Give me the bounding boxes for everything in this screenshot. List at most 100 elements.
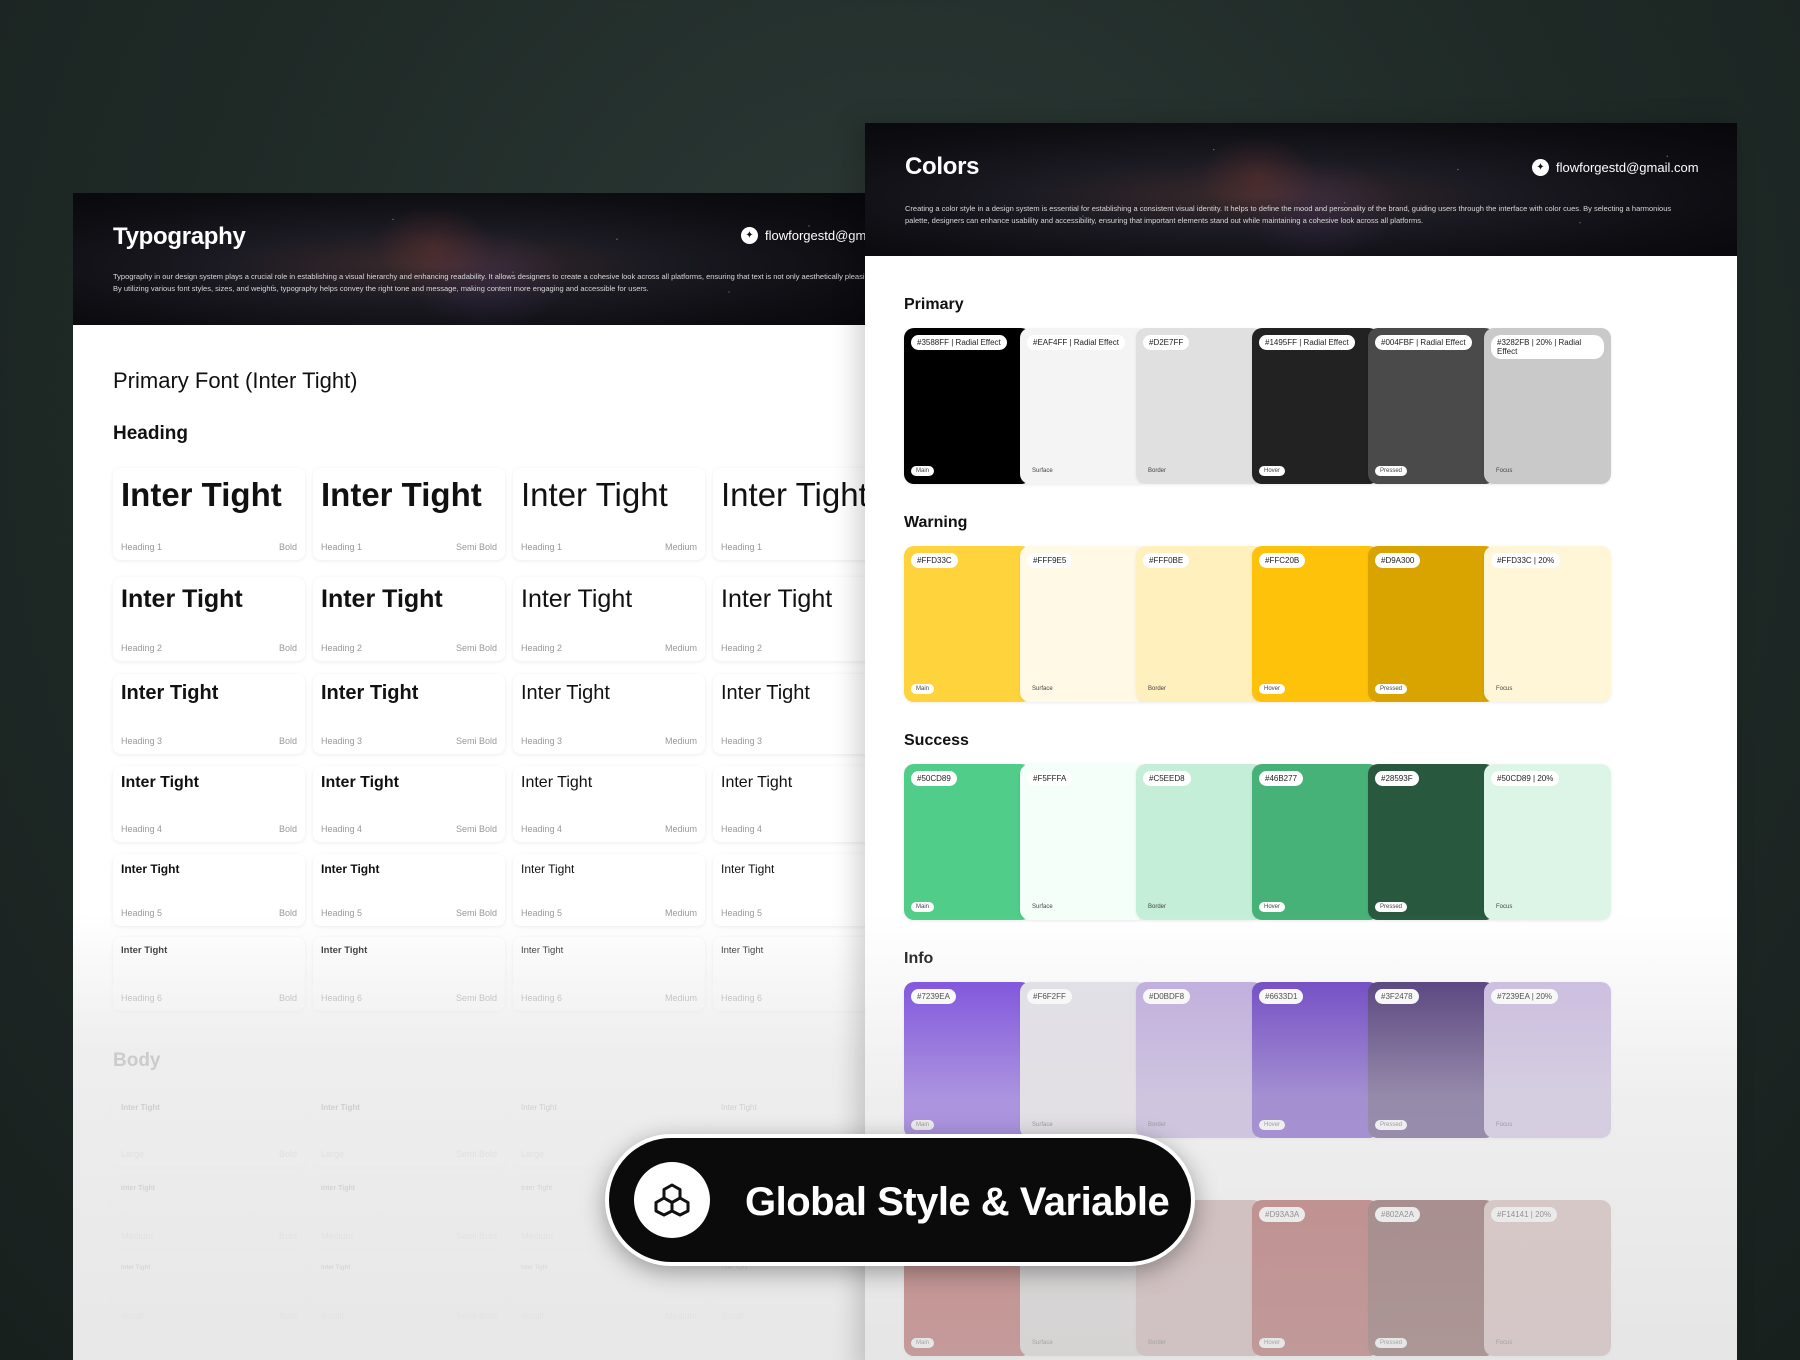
type-weight-label: Medium (664, 643, 697, 653)
galaxy-background (73, 193, 873, 325)
swatch-hex-label: #FFF9E5 (1027, 553, 1073, 568)
color-swatch[interactable]: #802A2A Pressed (1368, 1200, 1495, 1356)
swatch-role-label: Focus (1496, 904, 1513, 910)
type-sample-card: Inter Tight Heading 4 Medium (513, 766, 705, 842)
swatch-hex-label: #EAF4FF | Radial Effect (1027, 335, 1125, 350)
color-swatch[interactable]: #F14141 | 20% Focus (1484, 1200, 1611, 1356)
swatch-role-label: Main (911, 1120, 935, 1130)
type-sample-card: Inter Tight Medium Semi Bold (313, 1177, 505, 1249)
type-weight-label: Medium (664, 993, 697, 1003)
swatch-hex-label: #50CD89 | 20% (1491, 771, 1560, 786)
type-sample-text: Inter Tight (721, 862, 775, 876)
type-sample-card: Inter Tight Heading 2 (713, 577, 873, 661)
color-swatch[interactable]: #C5EED8 Border (1136, 764, 1263, 920)
color-swatch[interactable]: #3588FF | Radial Effect Main (904, 328, 1031, 484)
color-swatch[interactable]: #1495FF | Radial Effect Hover (1252, 328, 1379, 484)
color-swatch[interactable]: #EAF4FF | Radial Effect Surface (1020, 328, 1147, 484)
color-swatch[interactable]: #3F2478 Pressed (1368, 982, 1495, 1138)
type-sample-text: Inter Tight (321, 945, 368, 956)
type-sample-text: Inter Tight (121, 1185, 156, 1192)
type-sample-card: Inter Tight Small Medium (513, 1257, 705, 1329)
user-avatar-icon: ✦ (1532, 159, 1549, 176)
type-sample-text: Inter Tight (721, 945, 764, 956)
type-sample-card: Inter Tight Heading 2 Bold (113, 577, 305, 661)
type-style-label: Heading 3 (521, 736, 563, 746)
type-sample-card: Inter Tight Heading 6 Bold (113, 937, 305, 1011)
color-swatch[interactable]: #FFF9E5 Surface (1020, 546, 1147, 702)
swatch-hex-label: #28593F (1375, 771, 1419, 786)
type-weight-label: Semi Bold (455, 1149, 497, 1159)
swatch-hex-label: #6633D1 (1259, 989, 1304, 1004)
user-avatar-icon: ✦ (741, 227, 758, 244)
swatch-role-label: Focus (1496, 468, 1513, 474)
color-swatch[interactable]: #FFF0BE Border (1136, 546, 1263, 702)
swatch-role-label: Border (1148, 686, 1167, 692)
color-group-label: Primary (904, 296, 964, 313)
type-sample-card: Inter Tight Heading 5 (713, 854, 873, 926)
swatch-hex-label: #F14141 | 20% (1491, 1207, 1558, 1222)
color-swatch[interactable]: #7239EA Main (904, 982, 1031, 1138)
color-swatch[interactable]: #28593F Pressed (1368, 764, 1495, 920)
type-weight-label: Bold (278, 643, 297, 653)
global-style-badge[interactable]: Global Style & Variable (605, 1134, 1195, 1266)
color-swatch[interactable]: #F5FFFA Surface (1020, 764, 1147, 920)
color-swatch[interactable]: #7239EA | 20% Focus (1484, 982, 1611, 1138)
type-sample-text: Inter Tight (321, 682, 419, 704)
type-weight-label: Semi Bold (455, 542, 497, 552)
color-swatch[interactable]: #50CD89 | 20% Focus (1484, 764, 1611, 920)
swatch-hex-label: #7239EA (911, 989, 956, 1004)
type-weight-label: Bold (278, 824, 297, 834)
typography-description: Typography in our design system plays a … (113, 272, 873, 293)
type-sample-card: Inter Tight Heading 5 Medium (513, 854, 705, 926)
swatch-hex-label: #802A2A (1375, 1207, 1420, 1222)
type-sample-text: Inter Tight (721, 476, 868, 513)
color-swatch[interactable]: #F6F2FF Surface (1020, 982, 1147, 1138)
type-sample-card: Inter Tight Heading 2 Semi Bold (313, 577, 505, 661)
type-style-label: Heading 6 (721, 993, 763, 1003)
type-style-label: Heading 3 (721, 736, 763, 746)
color-swatch[interactable]: #FFD33C | 20% Focus (1484, 546, 1611, 702)
swatch-hex-label: #1495FF | Radial Effect (1259, 335, 1355, 350)
galaxy-background (865, 123, 1737, 256)
swatch-hex-label: #004FBF | Radial Effect (1375, 335, 1472, 350)
type-sample-card: Inter Tight Heading 5 Bold (113, 854, 305, 926)
color-swatch[interactable]: #004FBF | Radial Effect Pressed (1368, 328, 1495, 484)
swatch-role-label: Surface (1032, 468, 1053, 474)
type-style-label: Heading 3 (121, 736, 163, 746)
color-swatch[interactable]: #D93A3A Hover (1252, 1200, 1379, 1356)
colors-description: Creating a color style in a design syste… (905, 204, 1672, 225)
type-sample-card: Inter Tight Small Bold (113, 1257, 305, 1329)
type-sample-card: Inter Tight Heading 6 Semi Bold (313, 937, 505, 1011)
colors-email[interactable]: ✦ flowforgestd@gmail.com (1532, 159, 1699, 176)
type-sample-card: Inter Tight Heading 1 Medium (513, 468, 705, 560)
type-style-label: Heading 6 (121, 993, 163, 1003)
type-sample-text: Inter Tight (721, 585, 833, 613)
swatch-role-label: Main (911, 466, 935, 476)
swatch-hex-label: #7239EA | 20% (1491, 989, 1559, 1004)
type-weight-label: Bold (278, 1149, 297, 1159)
type-sample-text: Inter Tight (121, 585, 243, 613)
type-sample-text: Inter Tight (321, 476, 482, 513)
type-weight-label: Medium (664, 1311, 697, 1321)
color-swatch[interactable]: #3282FB | 20% | Radial Effect Focus (1484, 328, 1611, 484)
swatch-hex-label: #F6F2FF (1027, 989, 1072, 1004)
color-swatch[interactable]: #D2E7FF Border (1136, 328, 1263, 484)
type-weight-label: Medium (664, 736, 697, 746)
color-swatch[interactable]: #FFD33C Main (904, 546, 1031, 702)
color-swatch[interactable]: #46B277 Hover (1252, 764, 1379, 920)
typography-header: Typography ✦ flowforgestd@gm Typography … (73, 193, 873, 325)
type-sample-text: Inter Tight (521, 945, 564, 956)
swatch-hex-label: #D2E7FF (1143, 335, 1190, 350)
swatch-hex-label: #3588FF | Radial Effect (911, 335, 1007, 350)
color-swatch[interactable]: #6633D1 Hover (1252, 982, 1379, 1138)
type-style-label: Heading 1 (721, 542, 763, 552)
color-swatch[interactable]: #FFC20B Hover (1252, 546, 1379, 702)
color-swatch[interactable]: #D0BDF8 Border (1136, 982, 1263, 1138)
color-swatch[interactable]: #D9A300 Pressed (1368, 546, 1495, 702)
swatch-hex-label: #3282FB | 20% | Radial Effect (1491, 335, 1604, 359)
typography-title: Typography (113, 223, 246, 250)
type-sample-card: Inter Tight Heading 4 (713, 766, 873, 842)
type-sample-card: Inter Tight Heading 1 Bold (113, 468, 305, 560)
typography-email[interactable]: ✦ flowforgestd@gm (741, 227, 866, 244)
color-swatch[interactable]: #50CD89 Main (904, 764, 1031, 920)
